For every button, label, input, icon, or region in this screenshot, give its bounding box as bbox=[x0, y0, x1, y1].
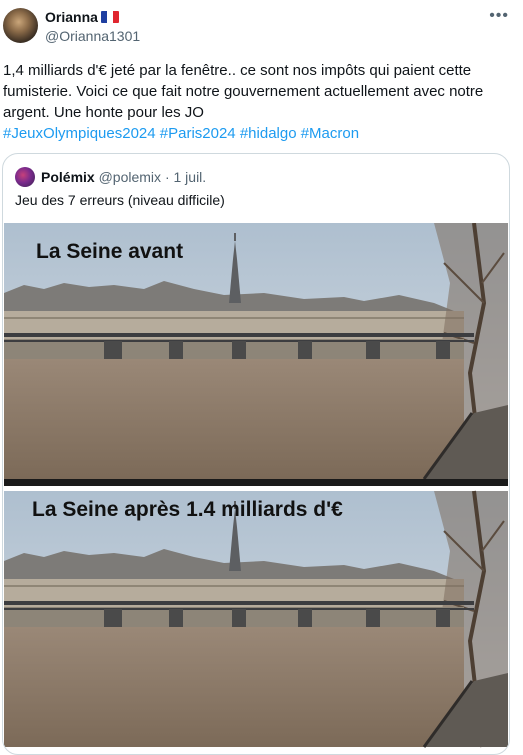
quoted-author-handle[interactable]: @polemix bbox=[99, 169, 161, 185]
quoted-author-name[interactable]: Polémix bbox=[41, 169, 95, 185]
hashtag-hidalgo[interactable]: #hidalgo bbox=[240, 125, 297, 142]
hashtags: #JeuxOlympiques2024 #Paris2024 #hidalgo … bbox=[3, 123, 359, 144]
author-name[interactable]: Orianna bbox=[45, 9, 119, 25]
author-avatar[interactable] bbox=[3, 8, 38, 43]
flag-france-icon bbox=[100, 11, 119, 23]
author-name-text: Orianna bbox=[45, 9, 98, 25]
quoted-date[interactable]: 1 juil. bbox=[174, 169, 207, 185]
quoted-author-avatar[interactable] bbox=[15, 167, 35, 187]
quoted-tweet[interactable]: Polémix @polemix · 1 juil. Jeu des 7 err… bbox=[2, 153, 510, 755]
more-horizontal-icon[interactable]: ••• bbox=[489, 7, 509, 25]
hashtag-jeux-olympiques[interactable]: #JeuxOlympiques2024 bbox=[3, 125, 156, 142]
image-caption-before: La Seine avant bbox=[36, 240, 183, 263]
quoted-text: Jeu des 7 erreurs (niveau difficile) bbox=[15, 192, 225, 208]
quoted-image[interactable]: La Seine avant La Seine après 1.4 millia… bbox=[4, 223, 508, 754]
hashtag-paris2024[interactable]: #Paris2024 bbox=[160, 125, 236, 142]
author-handle[interactable]: @Orianna1301 bbox=[45, 28, 140, 44]
quoted-separator: · bbox=[164, 169, 170, 185]
tweet-text: 1,4 milliards d'€ jeté par la fenêtre.. … bbox=[3, 62, 484, 121]
image-caption-after: La Seine après 1.4 milliards d'€ bbox=[32, 498, 343, 521]
quoted-header: Polémix @polemix · 1 juil. bbox=[41, 169, 206, 185]
hashtag-macron[interactable]: #Macron bbox=[301, 125, 359, 142]
